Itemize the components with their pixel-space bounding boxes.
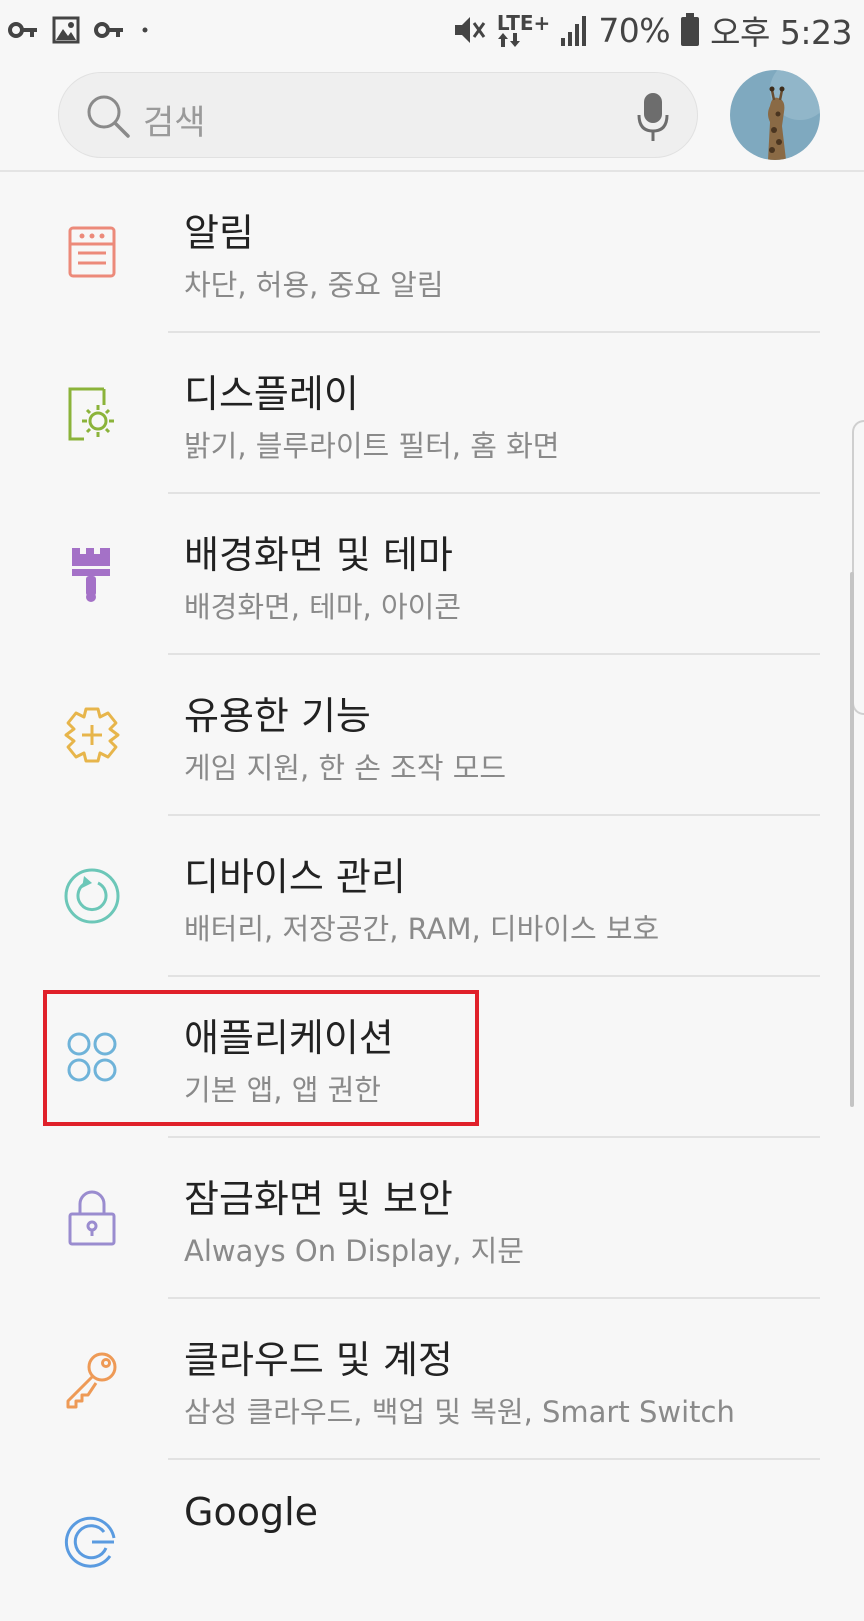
item-subtitle: 차단, 허용, 중요 알림 (184, 268, 444, 302)
key-icon (94, 22, 123, 38)
giraffe-avatar-image (730, 70, 820, 160)
google-icon (64, 1516, 116, 1568)
item-title: 디스플레이 (184, 372, 359, 416)
battery-icon (681, 13, 700, 46)
dot-icon (142, 27, 148, 33)
device-maintenance-icon (64, 868, 120, 924)
settings-item-notifications[interactable]: 알림 차단, 허용, 중요 알림 (0, 172, 864, 333)
settings-item-cloud-accounts[interactable]: 클라우드 및 계정 삼성 클라우드, 백업 및 복원, Smart Switch (0, 1299, 864, 1460)
item-subtitle: 배터리, 저장공간, RAM, 디바이스 보호 (184, 912, 660, 946)
status-bar: LTE+ 70% 오후 5:23 (0, 0, 864, 60)
display-icon (68, 387, 114, 441)
item-title: 클라우드 및 계정 (184, 1338, 453, 1382)
item-title: 디바이스 관리 (184, 855, 406, 899)
settings-item-google[interactable]: Google (0, 1460, 864, 1621)
search-placeholder: 검색 (143, 103, 206, 143)
network-type: LTE+ (496, 11, 551, 35)
settings-item-advanced-features[interactable]: 유용한 기능 게임 지원, 한 손 조작 모드 (0, 655, 864, 816)
settings-item-lock-screen-security[interactable]: 잠금화면 및 보안 Always On Display, 지문 (0, 1138, 864, 1299)
item-title: 배경화면 및 테마 (184, 533, 453, 577)
item-subtitle: 밝기, 블루라이트 필터, 홈 화면 (184, 429, 560, 463)
clock: 오후 5:23 (710, 13, 852, 52)
search-icon (87, 95, 130, 138)
lock-icon (68, 1190, 116, 1246)
settings-item-device-maintenance[interactable]: 디바이스 관리 배터리, 저장공간, RAM, 디바이스 보호 (0, 816, 864, 977)
settings-item-display[interactable]: 디스플레이 밝기, 블루라이트 필터, 홈 화면 (0, 333, 864, 494)
key-icon (8, 22, 37, 38)
settings-item-wallpapers-themes[interactable]: 배경화면 및 테마 배경화면, 테마, 아이콘 (0, 494, 864, 655)
item-subtitle: Always On Display, 지문 (184, 1234, 524, 1268)
battery-percent: 70% (598, 10, 671, 50)
data-arrows-icon (497, 33, 520, 47)
search-bar[interactable]: 검색 (58, 72, 698, 158)
image-icon (52, 16, 80, 44)
highlight-box (43, 990, 479, 1126)
notification-icon (68, 226, 116, 278)
item-title: 알림 (184, 211, 254, 255)
item-title: 잠금화면 및 보안 (184, 1177, 453, 1221)
item-subtitle: 배경화면, 테마, 아이콘 (184, 590, 461, 624)
status-notification-icons (8, 12, 152, 48)
item-title: Google (184, 1490, 319, 1534)
brush-icon (72, 548, 110, 602)
item-title: 유용한 기능 (184, 694, 371, 738)
mic-icon[interactable] (635, 91, 671, 143)
signal-icon (561, 16, 587, 46)
avatar[interactable] (730, 70, 820, 160)
key-icon (66, 1352, 117, 1409)
status-system-icons: LTE+ 70% 오후 5:23 (453, 8, 852, 52)
scrollbar[interactable] (850, 572, 854, 1107)
mute-icon (454, 17, 486, 43)
item-subtitle: 삼성 클라우드, 백업 및 복원, Smart Switch (184, 1395, 735, 1429)
advanced-features-icon (64, 707, 120, 763)
item-subtitle: 게임 지원, 한 손 조작 모드 (184, 751, 507, 785)
